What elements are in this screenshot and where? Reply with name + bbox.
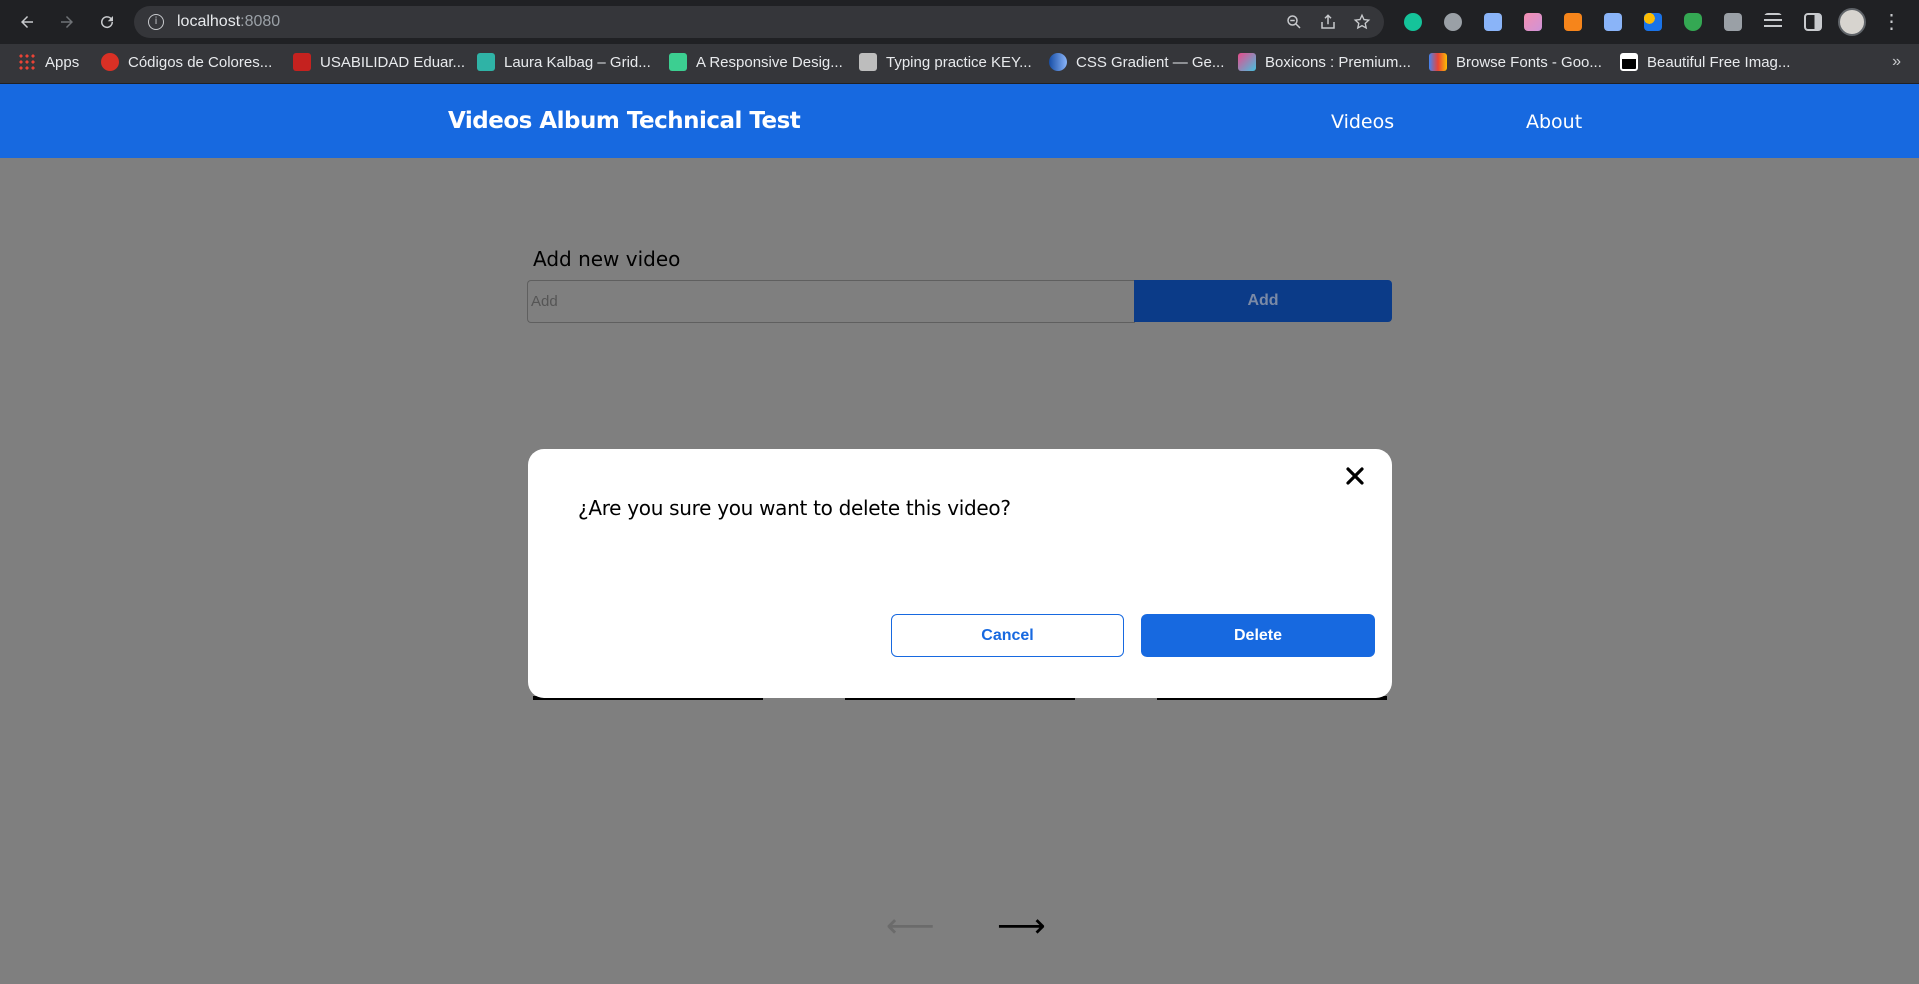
bookmark-item[interactable]: Laura Kalbag – Grid... <box>477 53 651 71</box>
zoom-icon[interactable] <box>1284 12 1304 32</box>
menu-kebab-icon[interactable]: ⋮ <box>1877 8 1906 36</box>
reading-list-icon[interactable] <box>1758 8 1787 36</box>
nav-link-about[interactable]: About <box>1526 111 1582 133</box>
bookmarks-bar: Apps Códigos de Colores... USABILIDAD Ed… <box>0 44 1919 84</box>
bookmark-item[interactable]: Beautiful Free Imag... <box>1620 53 1790 71</box>
delete-confirm-modal: ¿Are you sure you want to delete this vi… <box>528 449 1392 698</box>
gradient-ext-icon[interactable] <box>1518 8 1547 36</box>
typing-icon <box>859 53 877 71</box>
reload-icon[interactable] <box>93 8 121 36</box>
usabilidad-icon <box>293 53 311 71</box>
share-icon[interactable] <box>1318 12 1338 32</box>
back-icon[interactable] <box>13 8 41 36</box>
next-page-arrow[interactable]: ⟶ <box>997 906 1046 946</box>
delete-button[interactable]: Delete <box>1141 614 1375 657</box>
screen-capture-icon[interactable] <box>1598 8 1627 36</box>
profile-avatar[interactable] <box>1838 8 1866 36</box>
colors-site-icon <box>101 53 119 71</box>
extensions-puzzle-icon[interactable] <box>1718 8 1747 36</box>
dots-ext-icon[interactable] <box>1638 8 1667 36</box>
bookmark-item[interactable]: Boxicons : Premium... <box>1238 53 1411 71</box>
bookmark-item[interactable]: CSS Gradient — Ge... <box>1049 53 1224 71</box>
add-video-button[interactable]: Add <box>1134 280 1392 322</box>
google-fonts-icon <box>1429 53 1447 71</box>
forward-icon[interactable] <box>53 8 81 36</box>
app-header: Videos Album Technical Test Videos About <box>0 84 1919 158</box>
nav-link-videos[interactable]: Videos <box>1331 111 1394 133</box>
modal-message: ¿Are you sure you want to delete this vi… <box>578 496 1011 520</box>
browser-toolbar: i localhost:8080 ⋮ <box>0 0 1919 44</box>
settings-gear-icon[interactable] <box>1438 8 1467 36</box>
bookmark-star-icon[interactable] <box>1352 12 1372 32</box>
bookmarks-more-button[interactable]: » <box>1892 53 1901 71</box>
app-title[interactable]: Videos Album Technical Test <box>448 108 801 134</box>
side-panel-icon[interactable] <box>1798 8 1827 36</box>
cancel-button[interactable]: Cancel <box>891 614 1124 657</box>
metamask-icon[interactable] <box>1558 8 1587 36</box>
site-info-icon[interactable]: i <box>148 14 164 30</box>
bookmark-item[interactable]: Browse Fonts - Goo... <box>1429 53 1602 71</box>
responsive-icon <box>669 53 687 71</box>
boxicons-icon <box>1238 53 1256 71</box>
prev-page-arrow[interactable]: ⟵ <box>886 906 935 946</box>
url-text[interactable]: localhost:8080 <box>177 13 280 31</box>
bookmark-item[interactable]: Códigos de Colores... <box>101 53 272 71</box>
css-gradient-icon <box>1049 53 1067 71</box>
close-icon[interactable] <box>1340 461 1370 491</box>
unsplash-icon <box>1620 53 1638 71</box>
bookmark-item[interactable]: USABILIDAD Eduar... <box>293 53 465 71</box>
add-video-title: Add new video <box>533 247 681 271</box>
add-video-input[interactable] <box>527 280 1135 323</box>
shield-icon[interactable] <box>1678 8 1707 36</box>
docs-icon[interactable] <box>1478 8 1507 36</box>
apps-grid-icon <box>18 53 36 71</box>
bookmark-item[interactable]: A Responsive Desig... <box>669 53 843 71</box>
lk-icon <box>477 53 495 71</box>
address-bar[interactable]: i localhost:8080 <box>134 6 1384 38</box>
bookmark-item[interactable]: Apps <box>18 53 79 71</box>
grammarly-icon[interactable] <box>1398 8 1427 36</box>
bookmark-item[interactable]: Typing practice KEY... <box>859 53 1032 71</box>
